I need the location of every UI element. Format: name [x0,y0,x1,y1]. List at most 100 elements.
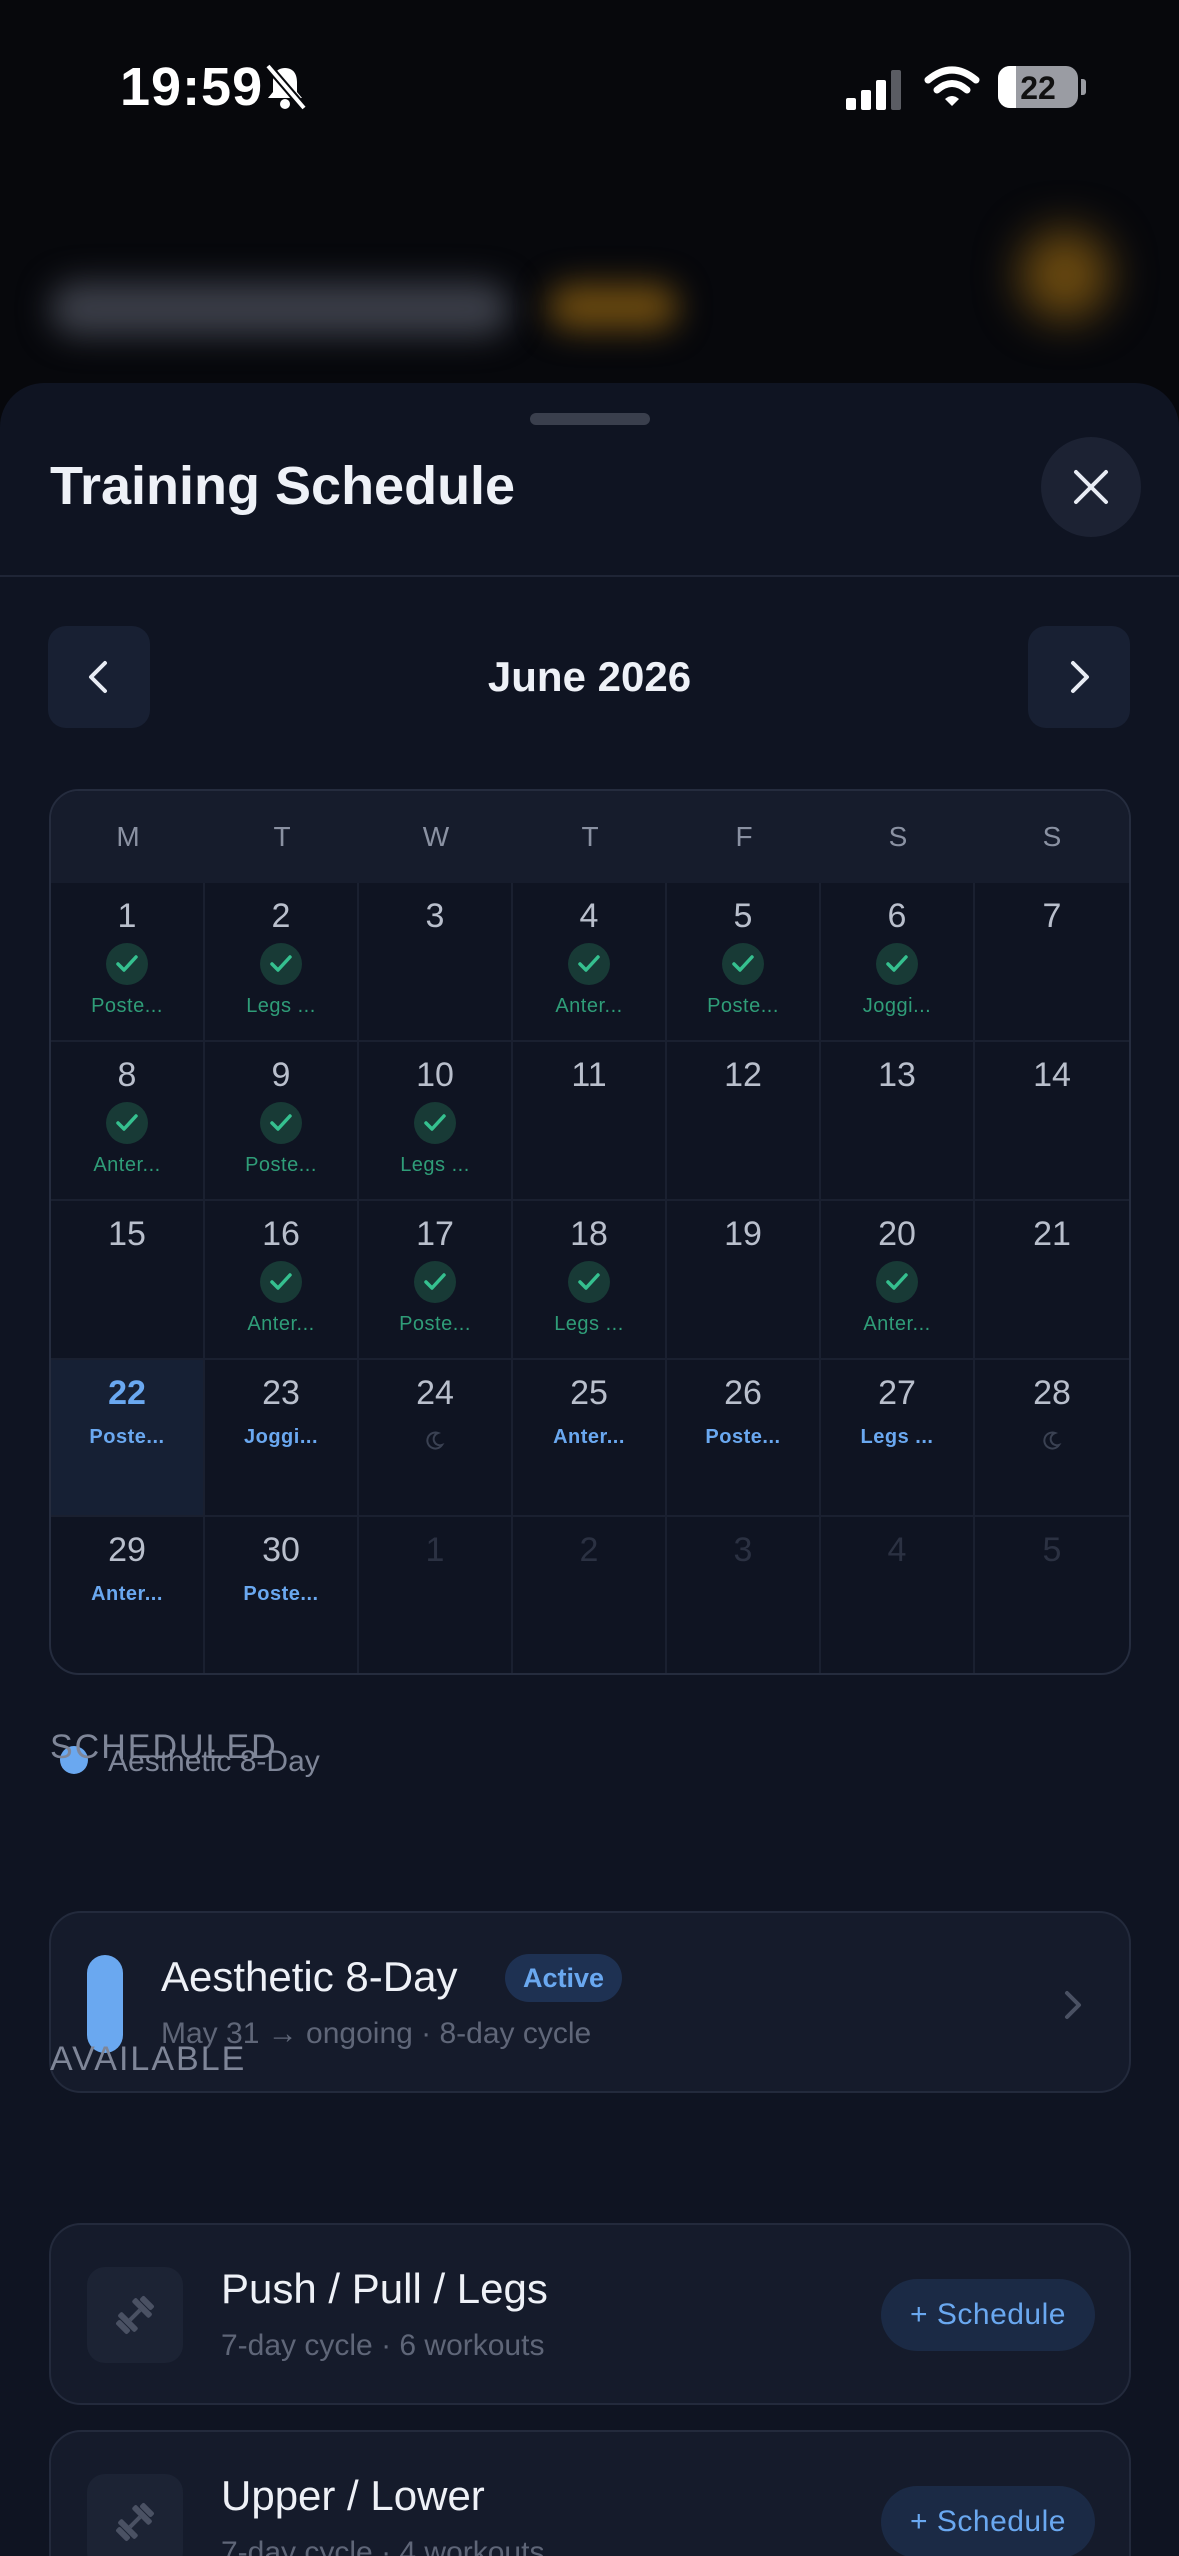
calendar-day-cell[interactable]: 21 [975,1201,1129,1360]
calendar-day-cell[interactable]: 25 Anter... [513,1360,667,1517]
dumbbell-icon [87,2267,183,2363]
workout-label: Poste... [399,1313,471,1335]
weekday-label: S [888,821,908,852]
day-number: 22 [108,1374,146,1412]
available-heading: AVAILABLE [50,2040,247,2078]
calendar-day-cell[interactable]: 23 Joggi... [205,1360,359,1517]
day-number: 4 [579,897,599,935]
calendar-day-cell[interactable]: 27 Legs ... [821,1360,975,1517]
calendar-day-cell[interactable]: 20 Anter... [821,1201,975,1360]
completed-check-icon [568,1261,610,1303]
calendar-grid: M T W T F S S 1 Poste... 2 Legs ... 3 4 Anter.… [49,789,1131,1675]
program-card[interactable]: Push / Pull / Legs 7-day cycle · 6 worko… [49,2223,1131,2405]
calendar-days: 1 Poste... 2 Legs ... 3 4 Anter... 5 Poste... 6 Jo… [51,883,1129,1673]
schedule-button[interactable]: + Schedule [881,2486,1095,2556]
workout-label: Anter... [555,995,623,1017]
calendar-day-cell[interactable]: 26 Poste... [667,1360,821,1517]
calendar-day-cell[interactable]: 9 Poste... [205,1042,359,1201]
calendar-day-cell[interactable]: 14 [975,1042,1129,1201]
day-number: 10 [416,1056,454,1094]
calendar-day-cell[interactable]: 13 [821,1042,975,1201]
cellular-signal-icon [846,70,901,110]
status-time: 19:59 [120,57,264,117]
workout-label: Poste... [91,995,163,1017]
day-number: 27 [878,1374,916,1412]
program-card[interactable]: Upper / Lower 7-day cycle · 4 workouts +… [49,2430,1131,2556]
planned-workout-label: Anter... [553,1426,625,1448]
completed-check-icon [260,943,302,985]
day-number: 11 [571,1056,607,1094]
planned-workout-label: Poste... [705,1426,781,1448]
day-number: 15 [108,1215,146,1253]
day-number: 9 [271,1056,291,1094]
day-number: 29 [108,1531,146,1569]
completed-check-icon [106,943,148,985]
calendar-day-cell[interactable]: 11 [513,1042,667,1201]
program-subtitle: 7-day cycle · 4 workouts [221,2536,545,2556]
calendar-day-cell[interactable]: 18 Legs ... [513,1201,667,1360]
calendar-day-cell: 3 [667,1517,821,1673]
workout-label: Poste... [245,1154,317,1176]
calendar-day-cell[interactable]: 24 [359,1360,513,1517]
calendar-day-cell[interactable]: 29 Anter... [51,1517,205,1673]
calendar-day-cell[interactable]: 10 Legs ... [359,1042,513,1201]
calendar-day-cell[interactable]: 19 [667,1201,821,1360]
day-number: 26 [724,1374,762,1412]
battery-indicator: 22 [998,66,1078,108]
header-divider [0,575,1179,577]
calendar-day-cell[interactable]: 8 Anter... [51,1042,205,1201]
workout-label: Anter... [863,1313,931,1335]
status-bar: 19:59 22 [0,0,1179,170]
day-number: 30 [262,1531,300,1569]
calendar-day-cell[interactable]: 16 Anter... [205,1201,359,1360]
battery-cap [1081,79,1086,95]
day-number: 8 [117,1056,137,1094]
calendar-day-cell[interactable]: 4 Anter... [513,883,667,1042]
day-number: 5 [1042,1531,1062,1569]
calendar-day-cell[interactable]: 2 Legs ... [205,883,359,1042]
day-number: 19 [724,1215,762,1253]
sheet-title: Training Schedule [50,456,516,516]
day-number: 25 [570,1374,608,1412]
calendar-day-cell[interactable]: 12 [667,1042,821,1201]
program-name: Push / Pull / Legs [221,2265,548,2312]
completed-check-icon [722,943,764,985]
calendar-day-cell[interactable]: 7 [975,883,1129,1042]
chevron-right-icon [1071,661,1089,693]
day-number: 28 [1033,1374,1071,1412]
weekday-label: T [581,821,599,852]
close-button[interactable] [1041,437,1141,537]
completed-check-icon [260,1261,302,1303]
day-number: 3 [733,1531,753,1569]
calendar-day-cell[interactable]: 17 Poste... [359,1201,513,1360]
battery-percent: 22 [1020,70,1056,106]
completed-check-icon [414,1261,456,1303]
day-number: 12 [724,1056,762,1094]
calendar-day-cell[interactable]: 28 [975,1360,1129,1517]
day-number: 21 [1033,1215,1071,1253]
calendar-day-cell[interactable]: 22 Poste... [51,1360,205,1517]
workout-label: Joggi... [862,995,932,1017]
day-number: 20 [878,1215,916,1253]
next-month-button[interactable] [1028,626,1130,728]
calendar-day-cell[interactable]: 5 Poste... [667,883,821,1042]
schedule-button[interactable]: + Schedule [881,2279,1095,2351]
training-schedule-sheet: Training Schedule June 2026 M T W T F S … [0,383,1179,2556]
sheet-grabber[interactable] [530,413,650,425]
day-number: 16 [262,1215,300,1253]
rest-day-moon-icon [425,1430,445,1450]
planned-workout-label: Legs ... [860,1426,934,1448]
calendar-day-cell[interactable]: 30 Poste... [205,1517,359,1673]
day-number: 23 [262,1374,300,1412]
day-number: 7 [1042,897,1062,935]
day-number: 2 [579,1531,599,1569]
calendar-day-cell[interactable]: 3 [359,883,513,1042]
calendar-day-cell[interactable]: 6 Joggi... [821,883,975,1042]
day-number: 2 [271,897,291,935]
month-label: June 2026 [487,653,692,700]
day-number: 24 [416,1374,454,1412]
calendar-day-cell[interactable]: 15 [51,1201,205,1360]
completed-check-icon [260,1102,302,1144]
completed-check-icon [876,1261,918,1303]
calendar-day-cell[interactable]: 1 Poste... [51,883,205,1042]
